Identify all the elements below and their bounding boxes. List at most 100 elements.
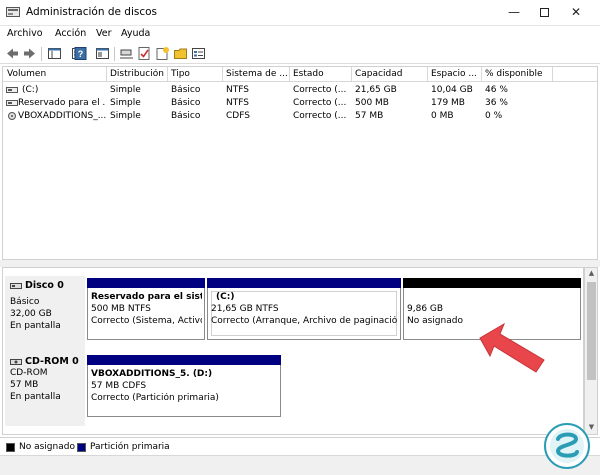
disk-0-size: 32,00 GB	[10, 309, 52, 319]
disk-0-info[interactable]: Disco 0 Básico 32,00 GB En pantalla	[5, 276, 85, 352]
watermark-logo	[544, 423, 590, 469]
cell-tipo: Básico	[171, 111, 201, 121]
unallocated-bar	[403, 278, 581, 288]
hard-disk-icon	[10, 283, 22, 289]
menu-archivo[interactable]: Archivo	[7, 28, 43, 39]
legend-unallocated-swatch	[6, 443, 15, 452]
column-disponible[interactable]: % disponible	[485, 69, 555, 79]
cell-estado: Correcto (...	[293, 85, 347, 95]
cell-espacio: 10,04 GB	[431, 85, 473, 95]
settings-icon[interactable]	[191, 46, 206, 61]
partition-size: 57 MB CDFS	[91, 381, 147, 391]
new-icon[interactable]	[155, 46, 170, 61]
cdrom-0-type: CD-ROM	[10, 368, 48, 378]
volume-row[interactable]: (C:) Simple Básico NTFS Correcto (... 21…	[3, 84, 597, 97]
help-icon[interactable]: ?	[73, 46, 88, 61]
column-sistema[interactable]: Sistema de ...	[226, 69, 288, 79]
drive-icon	[6, 100, 18, 106]
red-arrow-icon	[479, 322, 545, 373]
primary-partition-bar	[87, 355, 281, 365]
volume-list-header: Volumen Distribución Tipo Sistema de ...…	[3, 67, 597, 82]
cdrom-0-info[interactable]: CD-ROM 0 CD-ROM 57 MB En pantalla	[5, 352, 85, 426]
disk-0-type: Básico	[10, 297, 40, 307]
partition-title: (C:)	[216, 292, 235, 302]
volume-row[interactable]: VBOXADDITIONS_... Simple Básico CDFS Cor…	[3, 110, 597, 123]
column-tipo[interactable]: Tipo	[171, 69, 221, 79]
toolbar-separator	[114, 47, 115, 61]
cell-sistema: CDFS	[226, 111, 250, 121]
forward-icon[interactable]	[22, 46, 37, 61]
cell-espacio: 179 MB	[431, 98, 465, 108]
cell-distribucion: Simple	[110, 111, 141, 121]
column-divider[interactable]	[552, 67, 553, 82]
column-divider[interactable]	[427, 67, 428, 82]
cell-distribucion: Simple	[110, 98, 141, 108]
column-divider[interactable]	[481, 67, 482, 82]
status-bar	[0, 455, 600, 475]
volume-row[interactable]: Reservado para el ... Simple Básico NTFS…	[3, 97, 597, 110]
cell-sistema: NTFS	[226, 85, 249, 95]
vertical-scrollbar[interactable]: ▲ ▼	[584, 267, 598, 435]
pane-splitter[interactable]	[0, 260, 600, 267]
cell-estado: Correcto (...	[293, 111, 347, 121]
close-button[interactable]: ✕	[561, 0, 591, 26]
column-espacio[interactable]: Espacio ...	[431, 69, 481, 79]
column-distribucion[interactable]: Distribución	[110, 69, 168, 79]
maximize-button[interactable]	[529, 0, 559, 26]
column-divider[interactable]	[289, 67, 290, 82]
column-estado[interactable]: Estado	[293, 69, 348, 79]
partition-reservado[interactable]: Reservado para el sistem 500 MB NTFS Cor…	[87, 278, 205, 340]
cd-drive-icon	[8, 112, 16, 120]
cell-capacidad: 500 MB	[355, 98, 389, 108]
column-divider[interactable]	[167, 67, 168, 82]
cell-disponible: 46 %	[485, 85, 508, 95]
cell-capacidad: 57 MB	[355, 111, 384, 121]
cell-sistema: NTFS	[226, 98, 249, 108]
open-icon[interactable]	[173, 46, 188, 61]
menu-ayuda[interactable]: Ayuda	[121, 28, 150, 39]
cdrom-0-size: 57 MB	[10, 380, 39, 390]
partition-vboxadditions[interactable]: VBOXADDITIONS_5. (D:) 57 MB CDFS Correct…	[87, 355, 281, 417]
cell-tipo: Básico	[171, 85, 201, 95]
scroll-up-icon[interactable]: ▲	[587, 269, 596, 277]
disk-management-app-icon	[6, 7, 20, 17]
partition-size: 9,86 GB	[407, 304, 444, 314]
partition-status: Correcto (Sistema, Activo,	[91, 316, 202, 326]
disk-0-status: En pantalla	[10, 321, 61, 331]
partition-size: 21,65 GB NTFS	[211, 304, 279, 314]
cell-volumen: Reservado para el ...	[18, 98, 106, 108]
cdrom-0-status: En pantalla	[10, 392, 61, 402]
volume-list: Volumen Distribución Tipo Sistema de ...…	[2, 66, 598, 260]
disk-0-name: Disco 0	[25, 280, 64, 291]
cd-drive-icon	[10, 359, 22, 365]
menu-bar: Archivo Acción Ver Ayuda	[0, 26, 600, 43]
column-divider[interactable]	[222, 67, 223, 82]
menu-ver[interactable]: Ver	[96, 28, 112, 39]
connect-icon[interactable]	[119, 46, 134, 61]
maximize-icon	[539, 8, 549, 17]
show-pane-icon[interactable]	[95, 46, 110, 61]
cell-disponible: 36 %	[485, 98, 508, 108]
scrollbar-thumb[interactable]	[587, 282, 596, 380]
legend-primary-label: Partición primaria	[90, 442, 170, 452]
menu-accion[interactable]: Acción	[55, 28, 86, 39]
partition-status: Correcto (Arranque, Archivo de paginació…	[211, 316, 398, 326]
back-icon[interactable]	[5, 46, 20, 61]
cell-volumen: VBOXADDITIONS_...	[18, 111, 106, 121]
partition-title: Reservado para el sistem	[91, 292, 202, 302]
column-divider[interactable]	[106, 67, 107, 82]
cell-disponible: 0 %	[485, 111, 503, 121]
console-tree-icon[interactable]	[47, 46, 62, 61]
column-capacidad[interactable]: Capacidad	[355, 69, 425, 79]
column-volumen[interactable]: Volumen	[7, 69, 103, 79]
check-icon[interactable]	[137, 46, 152, 61]
partition-c[interactable]: (C:) 21,65 GB NTFS Correcto (Arranque, A…	[207, 278, 401, 340]
cell-tipo: Básico	[171, 98, 201, 108]
legend: No asignado Partición primaria	[0, 437, 600, 455]
primary-partition-bar	[87, 278, 205, 288]
column-divider[interactable]	[351, 67, 352, 82]
svg-text:?: ?	[78, 49, 84, 59]
partition-status: Correcto (Partición primaria)	[91, 393, 219, 403]
title-bar: Administración de discos — ✕	[0, 0, 600, 26]
minimize-button[interactable]: —	[499, 0, 529, 26]
